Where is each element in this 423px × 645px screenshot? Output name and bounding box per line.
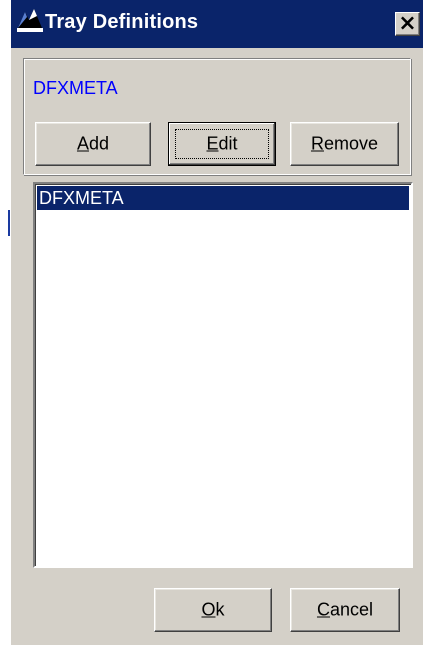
cancel-button[interactable]: Cancel xyxy=(290,588,400,632)
cancel-mnemonic: C xyxy=(316,599,330,620)
ok-label: k xyxy=(215,599,225,620)
background-window-edge xyxy=(0,0,10,645)
remove-button[interactable]: Remove xyxy=(290,122,399,166)
close-button[interactable]: × xyxy=(395,11,420,36)
edit-button[interactable]: Edit xyxy=(168,122,276,166)
close-icon: × xyxy=(398,11,417,36)
window-title: Tray Definitions xyxy=(45,11,199,33)
app-icon xyxy=(15,6,45,36)
tray-definitions-dialog: Tray Definitions × DFXMETA Add Edit Remo… xyxy=(10,0,423,645)
remove-label: emove xyxy=(323,133,379,154)
title-bar[interactable]: Tray Definitions × xyxy=(11,0,423,48)
edit-label: dit xyxy=(218,133,238,154)
edit-mnemonic: E xyxy=(206,133,219,154)
add-button[interactable]: Add xyxy=(35,122,151,166)
current-tray-label: DFXMETA xyxy=(33,78,118,98)
add-label: dd xyxy=(88,133,110,154)
list-item[interactable]: DFXMETA xyxy=(37,186,409,210)
cancel-label: ancel xyxy=(329,599,374,620)
tray-list[interactable]: DFXMETA xyxy=(33,182,413,568)
ok-button[interactable]: Ok xyxy=(154,588,272,632)
remove-mnemonic: R xyxy=(310,133,324,154)
ok-mnemonic: O xyxy=(201,599,216,620)
add-mnemonic: A xyxy=(76,133,89,154)
